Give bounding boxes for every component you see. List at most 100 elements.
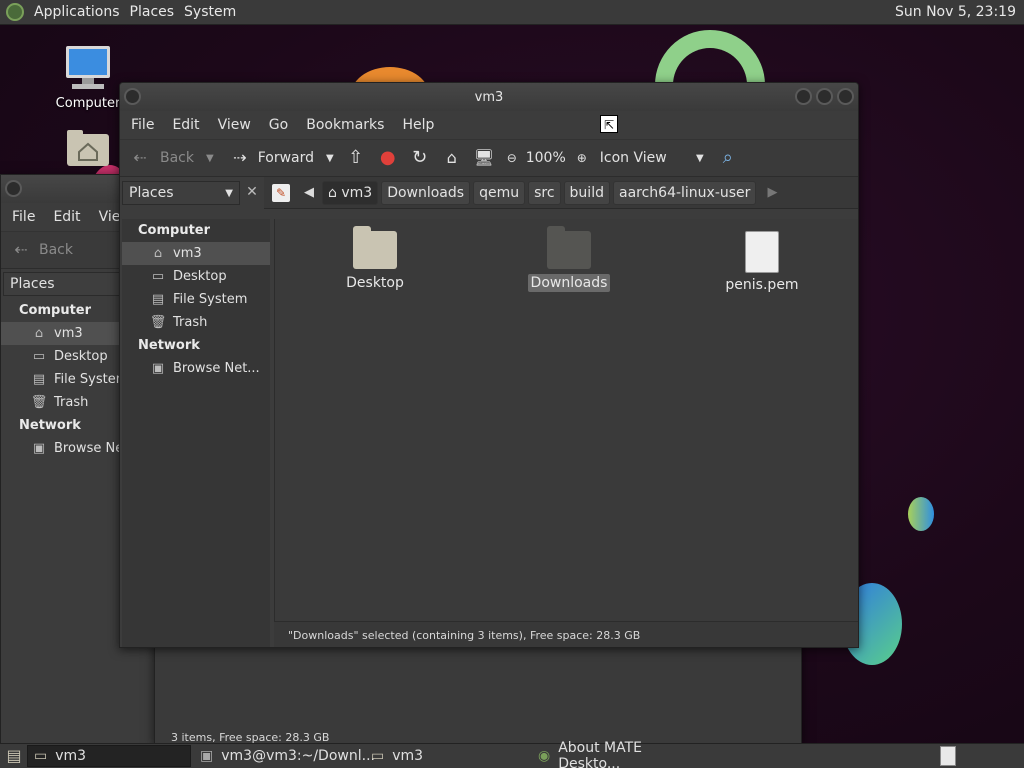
maximize-button[interactable] <box>816 88 833 105</box>
trash-icon: 🗑 <box>149 314 167 330</box>
taskbar-item-vm3[interactable]: ▭ vm3 <box>27 745 191 767</box>
mouse-cursor-icon: ⇱ <box>600 115 618 133</box>
folder-icon <box>353 226 397 269</box>
stop-icon[interactable]: ● <box>378 148 398 168</box>
search-icon[interactable]: ⌕ <box>718 148 738 168</box>
menu-go[interactable]: Go <box>269 117 288 133</box>
sidebar-item-trash[interactable]: 🗑 Trash <box>122 311 270 334</box>
window-titlebar[interactable]: vm3 <box>120 83 858 111</box>
zoom-in-icon[interactable]: ⊕ <box>572 148 592 168</box>
home-icon: ⌂ <box>328 184 342 201</box>
desktop-folder-icon: ▭ <box>151 268 165 284</box>
menu-places[interactable]: Places <box>130 4 175 20</box>
up-arrow-icon[interactable]: ⇧ <box>346 148 366 168</box>
home-icon[interactable]: ⌂ <box>442 148 462 168</box>
file-manager-window: vm3 File Edit View Go Bookmarks Help ⇱ ⇠… <box>119 82 859 648</box>
minimize-button[interactable] <box>795 88 812 105</box>
window-menu-button[interactable] <box>124 88 141 105</box>
close-button[interactable] <box>837 88 854 105</box>
sidebar-item-vm3[interactable]: ⌂ vm3 <box>122 242 270 265</box>
text-file-icon <box>745 231 779 273</box>
sidebar-item-desktop[interactable]: ▭ Desktop <box>122 265 270 288</box>
mate-logo-icon[interactable] <box>6 3 24 21</box>
view-mode-select[interactable]: Icon View ▼ <box>600 150 704 166</box>
back-arrow-icon: ⇠ <box>14 240 28 259</box>
desktop-computer-icon[interactable]: Computer <box>48 44 128 111</box>
window-title: vm3 <box>474 89 504 105</box>
folder-icon: ▭ <box>371 748 385 764</box>
menu-edit[interactable]: Edit <box>172 117 199 133</box>
file-item-desktop[interactable]: Desktop <box>320 226 430 291</box>
file-item-downloads[interactable]: Downloads <box>514 226 624 292</box>
menu-applications[interactable]: Applications <box>34 4 120 20</box>
taskbar-item-about-mate[interactable]: ◉ About MATE Deskto... <box>532 740 700 768</box>
computer-icon[interactable]: 🖥 <box>474 148 494 168</box>
folder-icon <box>547 226 591 269</box>
sidebar-item-filesystem[interactable]: ▤ File System <box>122 288 270 311</box>
menubar: File Edit View Go Bookmarks Help ⇱ <box>120 111 858 139</box>
location-bar: ✎ ◀ ⌂ vm3 Downloads qemu src build aarch… <box>264 177 858 209</box>
background-window: 3 items, Free space: 28.3 GB <box>154 640 802 744</box>
menu-help[interactable]: Help <box>402 117 434 133</box>
sidebar-heading-network: Network <box>138 338 200 353</box>
sidebar-heading-computer: Computer <box>138 223 211 238</box>
chevron-down-icon: ▼ <box>225 187 233 199</box>
mate-logo-icon: ◉ <box>538 748 551 764</box>
breadcrumb-right-icon[interactable]: ▶ <box>767 185 777 200</box>
taskbar-item-terminal[interactable]: ▣ vm3@vm3:~/Downl... <box>194 745 375 767</box>
menu-edit[interactable]: Edit <box>53 209 80 225</box>
back-button[interactable]: ⇠ Back ▼ <box>130 148 214 168</box>
terminal-icon: ▣ <box>200 748 214 764</box>
reload-icon[interactable]: ↻ <box>410 148 430 168</box>
breadcrumb-left-icon[interactable]: ◀ <box>304 185 314 200</box>
chevron-down-icon[interactable]: ▼ <box>326 153 334 164</box>
menu-bookmarks[interactable]: Bookmarks <box>306 117 384 133</box>
top-panel: Applications Places System Sun Nov 5, 23… <box>0 0 1024 25</box>
places-combo[interactable]: Places ▼ <box>122 181 240 205</box>
back-button[interactable]: ⇠ Back <box>11 240 73 260</box>
taskbar-item-vm3-2[interactable]: ▭ vm3 <box>365 745 529 767</box>
breadcrumb-src[interactable]: src <box>528 180 561 205</box>
drive-icon: ▤ <box>151 291 165 307</box>
wallpaper-shape <box>908 497 934 531</box>
file-view[interactable]: Desktop Downloads penis.pem <box>274 219 858 621</box>
forward-button[interactable]: ⇢ Forward ▼ <box>230 148 334 168</box>
breadcrumb-build[interactable]: build <box>563 180 610 205</box>
forward-arrow-icon: ⇢ <box>233 148 247 167</box>
chevron-down-icon[interactable]: ▼ <box>206 153 214 164</box>
edit-location-icon[interactable]: ✎ <box>272 183 290 202</box>
status-bar: "Downloads" selected (containing 3 items… <box>274 621 858 647</box>
breadcrumb-aarch64-linux-user[interactable]: aarch64-linux-user <box>612 180 757 205</box>
bottom-panel: ▤ ▭ vm3 ▣ vm3@vm3:~/Downl... ▭ vm3 ◉ Abo… <box>0 740 1024 768</box>
file-item-penis-pem[interactable]: penis.pem <box>707 231 817 293</box>
chevron-down-icon: ▼ <box>696 152 704 164</box>
menu-system[interactable]: System <box>184 4 236 20</box>
close-sidebar-icon[interactable]: ✕ <box>240 177 264 209</box>
panel-clock[interactable]: Sun Nov 5, 23:19 <box>895 4 1016 20</box>
breadcrumb-downloads[interactable]: Downloads <box>381 180 471 205</box>
window-menu-button[interactable] <box>5 180 22 197</box>
home-icon: ⌂ <box>34 325 44 341</box>
zoom-level[interactable]: 100% <box>526 150 566 166</box>
menu-view[interactable]: View <box>218 117 251 133</box>
breadcrumb-qemu[interactable]: qemu <box>473 180 526 205</box>
drive-icon: ▤ <box>32 371 46 387</box>
folder-icon: ▭ <box>34 748 48 764</box>
trash-icon: 🗑 <box>30 394 48 410</box>
location-row: Places ▼ ✕ ✎ ◀ ⌂ vm3 Downloads qemu src … <box>120 177 858 209</box>
back-arrow-icon: ⇠ <box>133 148 147 167</box>
desktop-folder-icon: ▭ <box>32 348 46 364</box>
toolbar: ⇠ Back ▼ ⇢ Forward ▼ ⇧ ● ↻ ⌂ 🖥 ⊖ 100% ⊕ … <box>120 139 858 177</box>
network-icon: ▣ <box>151 360 165 376</box>
computer-icon <box>66 46 110 89</box>
sidebar-item-browse-network[interactable]: ▣ Browse Net... <box>122 357 270 380</box>
workspace-switcher-icon[interactable] <box>940 746 956 766</box>
home-folder-icon <box>67 130 109 166</box>
menu-file[interactable]: File <box>131 117 154 133</box>
home-icon: ⌂ <box>153 245 163 261</box>
breadcrumb-vm3[interactable]: ⌂ vm3 <box>322 180 379 205</box>
show-desktop-icon[interactable]: ▤ <box>4 746 24 766</box>
zoom-out-icon[interactable]: ⊖ <box>502 148 522 168</box>
desktop-home-icon[interactable] <box>48 128 128 172</box>
menu-file[interactable]: File <box>12 209 35 225</box>
